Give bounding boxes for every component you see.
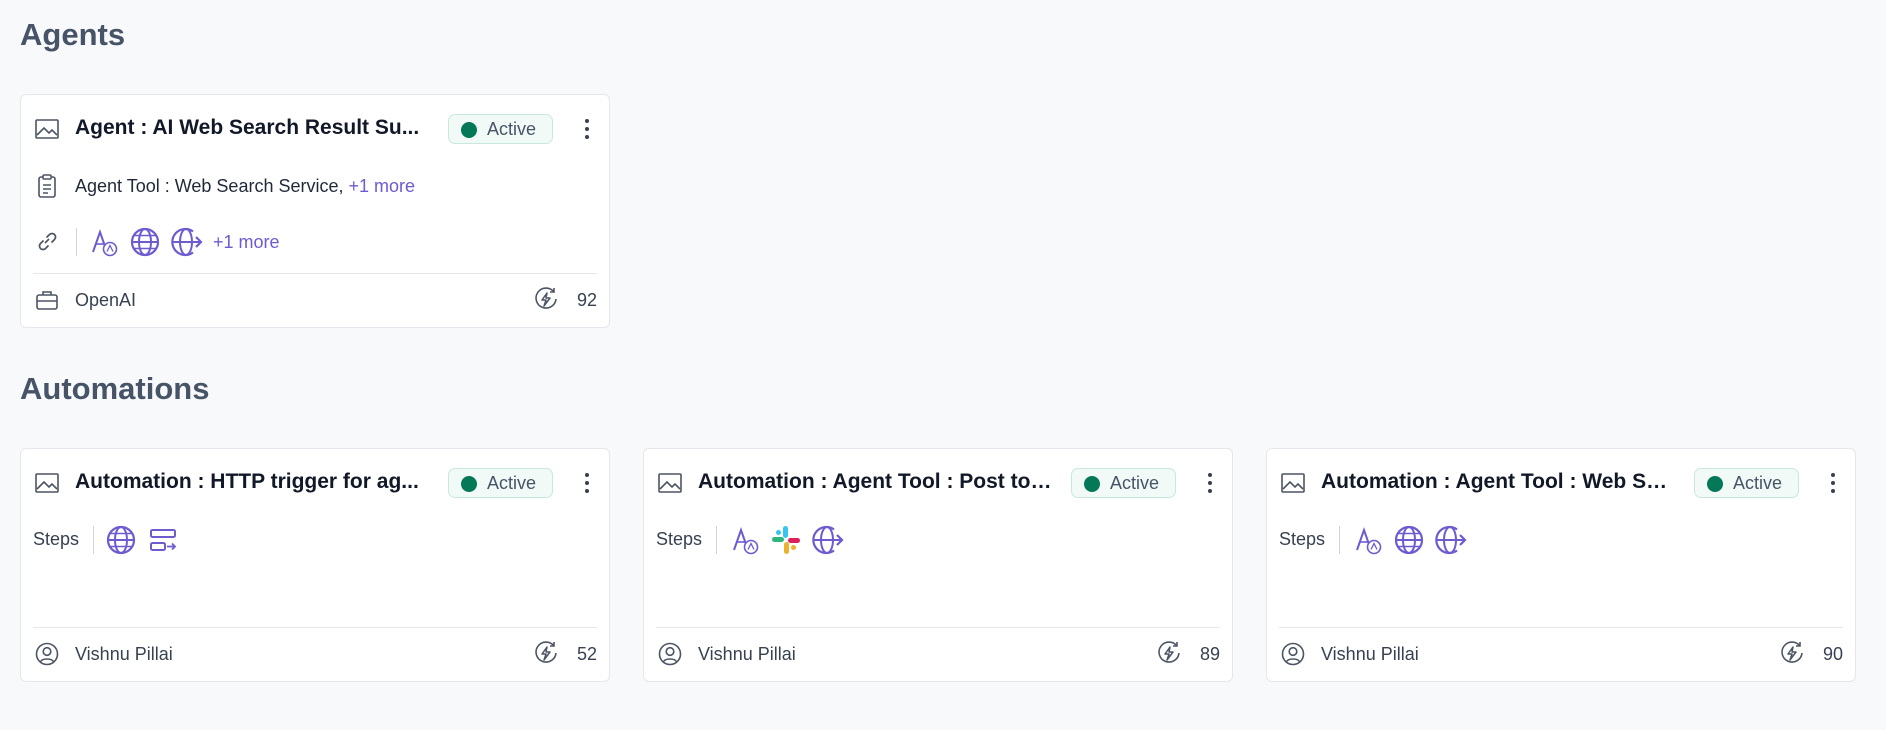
card-title[interactable]: Automation : Agent Tool : Web Se...	[1321, 467, 1675, 497]
run-count: 92	[576, 290, 597, 310]
image-icon	[657, 471, 683, 495]
status-label: Active	[1110, 473, 1160, 493]
agents-heading: Agents	[20, 17, 126, 52]
more-options-icon[interactable]	[1823, 471, 1843, 495]
link-icon	[38, 232, 57, 251]
globe-icon	[129, 226, 161, 258]
provider-name: OpenAI	[75, 290, 137, 310]
card-footer: Vishnu Pillai 90	[1267, 627, 1855, 681]
status-dot	[461, 122, 477, 138]
automation-card[interactable]: Automation : Agent Tool : Web Se... Acti…	[1266, 448, 1856, 682]
globe-icon	[1393, 524, 1425, 556]
automation-card[interactable]: Automation : Agent Tool : Post to ... Ac…	[643, 448, 1233, 682]
clipboard-icon	[38, 174, 56, 198]
status-label: Active	[1733, 473, 1783, 493]
card-footer: Vishnu Pillai 52	[21, 627, 609, 681]
more-options-icon[interactable]	[577, 471, 597, 495]
globe-icon	[105, 524, 137, 556]
automation-card[interactable]: Automation : HTTP trigger for ag... Acti…	[20, 448, 610, 682]
status-badge: Active	[448, 114, 553, 144]
globe-arrow-icon	[812, 524, 844, 556]
run-count-icon	[1779, 640, 1805, 666]
globe-arrow-icon	[1435, 524, 1467, 556]
slack-icon	[770, 524, 802, 556]
user-icon	[1280, 641, 1306, 667]
image-icon	[1280, 471, 1306, 495]
run-count: 89	[1199, 644, 1220, 664]
card-title[interactable]: Agent : AI Web Search Result Su...	[75, 113, 429, 143]
image-icon	[34, 117, 60, 141]
status-badge: Active	[1071, 468, 1176, 498]
agent-card[interactable]: Agent : AI Web Search Result Su... Activ…	[20, 94, 610, 328]
status-label: Active	[487, 473, 537, 493]
status-dot	[461, 476, 477, 492]
steps-label: Steps	[656, 529, 703, 549]
tools-more-link[interactable]: +1 more	[343, 176, 415, 196]
steps-label: Steps	[1279, 529, 1326, 549]
run-count-icon	[533, 640, 559, 666]
status-badge: Active	[1694, 468, 1799, 498]
card-footer: OpenAI 92	[21, 273, 609, 327]
image-icon	[34, 471, 60, 495]
more-options-icon[interactable]	[1200, 471, 1220, 495]
card-header: Automation : Agent Tool : Web Se... Acti…	[1267, 465, 1855, 501]
status-label: Active	[487, 119, 537, 139]
card-title[interactable]: Automation : HTTP trigger for ag...	[75, 467, 429, 497]
more-options-icon[interactable]	[577, 117, 597, 141]
agent-tool-icon	[87, 226, 119, 258]
card-footer: Vishnu Pillai 89	[644, 627, 1232, 681]
apps-more-link[interactable]: +1 more	[213, 229, 280, 255]
status-dot	[1084, 476, 1100, 492]
agent-tool-icon	[1351, 524, 1383, 556]
agent-tool-icon	[728, 524, 760, 556]
card-title[interactable]: Automation : Agent Tool : Post to ...	[698, 467, 1052, 497]
user-icon	[34, 641, 60, 667]
card-header: Automation : Agent Tool : Post to ... Ac…	[644, 465, 1232, 501]
run-count: 90	[1822, 644, 1843, 664]
run-count-icon	[533, 286, 559, 312]
globe-arrow-icon	[171, 226, 203, 258]
owner-name: Vishnu Pillai	[75, 644, 173, 664]
card-header: Agent : AI Web Search Result Su... Activ…	[21, 111, 609, 147]
transform-icon	[147, 524, 179, 556]
user-icon	[657, 641, 683, 667]
owner-name: Vishnu Pillai	[1321, 644, 1419, 664]
status-badge: Active	[448, 468, 553, 498]
steps-label: Steps	[33, 529, 80, 549]
run-count: 52	[576, 644, 597, 664]
card-header: Automation : HTTP trigger for ag... Acti…	[21, 465, 609, 501]
owner-name: Vishnu Pillai	[698, 644, 796, 664]
agent-tool-text: Agent Tool : Web Search Service,	[75, 176, 344, 196]
status-dot	[1707, 476, 1723, 492]
automations-heading: Automations	[20, 371, 210, 406]
run-count-icon	[1156, 640, 1182, 666]
briefcase-icon	[36, 291, 58, 310]
